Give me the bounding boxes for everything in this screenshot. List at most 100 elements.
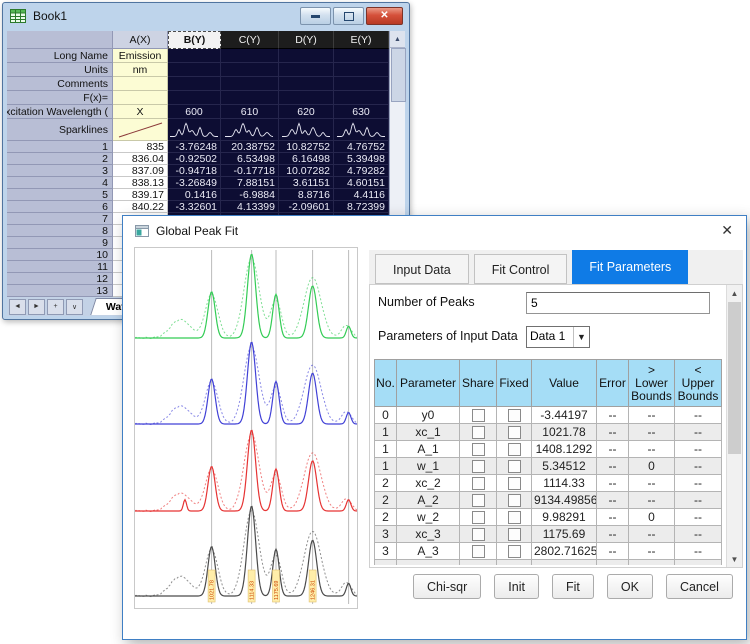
scroll-up-icon[interactable]: ▲ bbox=[390, 31, 405, 48]
row-number[interactable]: 3 bbox=[7, 165, 113, 177]
parameter-row[interactable]: 1w_15.34512--0-- bbox=[375, 458, 722, 475]
data-cell[interactable] bbox=[221, 49, 279, 63]
row-number[interactable]: 10 bbox=[7, 249, 113, 261]
a-data-cell[interactable]: 838.13 bbox=[113, 177, 168, 189]
row-number[interactable]: 1 bbox=[7, 141, 113, 153]
share-checkbox[interactable] bbox=[472, 528, 485, 541]
fixed-checkbox[interactable] bbox=[508, 477, 521, 490]
data-cell[interactable]: -2.09601 bbox=[279, 201, 334, 213]
data-cell[interactable] bbox=[168, 63, 221, 77]
dialog-titlebar[interactable]: Global Peak Fit bbox=[123, 216, 746, 245]
data-cell[interactable]: 620 bbox=[279, 105, 334, 119]
data-cell[interactable] bbox=[279, 63, 334, 77]
data-cell[interactable]: 4.76752 bbox=[334, 141, 389, 153]
tab-input-data[interactable]: Input Data bbox=[375, 254, 469, 284]
fit-button[interactable]: Fit bbox=[552, 574, 594, 599]
a-header-cell[interactable]: nm bbox=[113, 63, 168, 77]
share-checkbox[interactable] bbox=[472, 545, 485, 558]
a-data-cell[interactable]: 839.17 bbox=[113, 189, 168, 201]
scroll-thumb[interactable] bbox=[391, 48, 406, 102]
column-header-by[interactable]: B(Y) bbox=[168, 31, 221, 49]
row-number[interactable]: 13 bbox=[7, 285, 113, 297]
parameter-row[interactable]: 2xc_21114.33------ bbox=[375, 475, 722, 492]
cancel-button[interactable]: Cancel bbox=[666, 574, 733, 599]
data-cell[interactable] bbox=[334, 91, 389, 105]
sparkline-cell[interactable] bbox=[334, 119, 389, 141]
row-number[interactable]: 11 bbox=[7, 261, 113, 273]
panel-scroll-down-icon[interactable]: ▼ bbox=[727, 551, 742, 567]
row-number[interactable]: 4 bbox=[7, 177, 113, 189]
ok-button[interactable]: OK bbox=[607, 574, 653, 599]
fixed-checkbox[interactable] bbox=[508, 511, 521, 524]
a-header-cell[interactable] bbox=[113, 91, 168, 105]
data-cell[interactable] bbox=[168, 77, 221, 91]
tab-fit-parameters[interactable]: Fit Parameters bbox=[572, 250, 688, 284]
a-header-cell[interactable] bbox=[113, 77, 168, 91]
data-cell[interactable] bbox=[168, 91, 221, 105]
fixed-checkbox[interactable] bbox=[508, 460, 521, 473]
row-number[interactable]: 6 bbox=[7, 201, 113, 213]
data-cell[interactable]: 8.72399 bbox=[334, 201, 389, 213]
a-data-cell[interactable]: 840.22 bbox=[113, 201, 168, 213]
share-checkbox[interactable] bbox=[472, 409, 485, 422]
row-number[interactable]: 9 bbox=[7, 237, 113, 249]
data-cell[interactable]: 10.07282 bbox=[279, 165, 334, 177]
row-number[interactable]: 2 bbox=[7, 153, 113, 165]
fixed-checkbox[interactable] bbox=[508, 528, 521, 541]
row-number[interactable]: 7 bbox=[7, 213, 113, 225]
share-checkbox[interactable] bbox=[472, 494, 485, 507]
data-cell[interactable] bbox=[221, 63, 279, 77]
data-cell[interactable]: 6.16498 bbox=[279, 153, 334, 165]
column-header-ey[interactable]: E(Y) bbox=[334, 31, 389, 49]
panel-scroll-thumb[interactable] bbox=[728, 302, 741, 454]
data-cell[interactable]: 5.39498 bbox=[334, 153, 389, 165]
row-number[interactable]: 8 bbox=[7, 225, 113, 237]
data-cell[interactable] bbox=[221, 91, 279, 105]
data-cell[interactable]: 8.8716 bbox=[279, 189, 334, 201]
sparkline-cell[interactable] bbox=[279, 119, 334, 141]
data-cell[interactable]: 600 bbox=[168, 105, 221, 119]
data-cell[interactable]: 610 bbox=[221, 105, 279, 119]
data-cell[interactable]: -6.9884 bbox=[221, 189, 279, 201]
sheet-nav-right-button[interactable]: ► bbox=[28, 299, 45, 315]
chi-sqr-button[interactable]: Chi-sqr bbox=[413, 574, 481, 599]
share-checkbox[interactable] bbox=[472, 426, 485, 439]
restore-button[interactable] bbox=[333, 7, 364, 25]
data-cell[interactable] bbox=[279, 49, 334, 63]
sheet-list-button[interactable]: ∨ bbox=[66, 299, 83, 315]
sparkline-cell[interactable] bbox=[221, 119, 279, 141]
fixed-checkbox[interactable] bbox=[508, 409, 521, 422]
a-header-cell[interactable]: Emission bbox=[113, 49, 168, 63]
input-data-select[interactable]: Data 1 ▼ bbox=[526, 326, 590, 348]
tab-fit-control[interactable]: Fit Control bbox=[474, 254, 568, 284]
fixed-checkbox[interactable] bbox=[508, 494, 521, 507]
sparkline-a-cell[interactable] bbox=[113, 119, 168, 141]
share-checkbox[interactable] bbox=[472, 443, 485, 456]
data-cell[interactable]: 20.38752 bbox=[221, 141, 279, 153]
data-cell[interactable]: -0.17718 bbox=[221, 165, 279, 177]
data-cell[interactable] bbox=[334, 49, 389, 63]
fixed-checkbox[interactable] bbox=[508, 443, 521, 456]
column-header-dy[interactable]: D(Y) bbox=[279, 31, 334, 49]
fixed-checkbox[interactable] bbox=[508, 426, 521, 439]
close-button[interactable]: ✕ bbox=[366, 7, 403, 25]
a-data-cell[interactable]: 835 bbox=[113, 141, 168, 153]
data-cell[interactable] bbox=[334, 77, 389, 91]
data-cell[interactable]: 7.88151 bbox=[221, 177, 279, 189]
share-checkbox[interactable] bbox=[472, 511, 485, 524]
data-cell[interactable] bbox=[221, 77, 279, 91]
data-cell[interactable]: -3.32601 bbox=[168, 201, 221, 213]
data-cell[interactable]: 3.61151 bbox=[279, 177, 334, 189]
init-button[interactable]: Init bbox=[494, 574, 539, 599]
column-header-cy[interactable]: C(Y) bbox=[221, 31, 279, 49]
data-cell[interactable]: -3.76248 bbox=[168, 141, 221, 153]
parameter-row[interactable]: 1A_11408.1292------ bbox=[375, 441, 722, 458]
data-cell[interactable]: 6.53498 bbox=[221, 153, 279, 165]
data-cell[interactable]: 4.4116 bbox=[334, 189, 389, 201]
sheet-add-button[interactable]: + bbox=[47, 299, 64, 315]
fixed-checkbox[interactable] bbox=[508, 545, 521, 558]
data-cell[interactable] bbox=[334, 63, 389, 77]
data-cell[interactable]: 0.1416 bbox=[168, 189, 221, 201]
column-header-ax[interactable]: A(X) bbox=[113, 31, 168, 49]
data-cell[interactable] bbox=[279, 91, 334, 105]
